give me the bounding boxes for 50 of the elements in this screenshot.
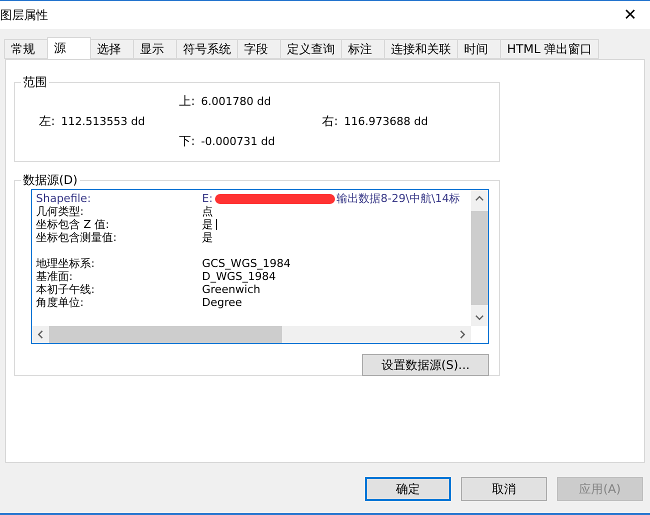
- tab[interactable]: 连接和关联: [384, 39, 458, 59]
- property-value: D_WGS_1984: [202, 270, 276, 283]
- tab[interactable]: 标注: [341, 39, 385, 59]
- tab[interactable]: 源: [47, 37, 91, 59]
- tab[interactable]: 字段: [237, 39, 281, 59]
- tab[interactable]: 选择: [90, 39, 134, 59]
- scroll-right-icon[interactable]: [458, 330, 467, 339]
- bottom-value: -0.000731 dd: [201, 134, 275, 148]
- tab[interactable]: 常规: [4, 39, 48, 59]
- property-label: 几何类型:: [36, 205, 85, 218]
- tab[interactable]: HTML 弹出窗口: [500, 39, 600, 59]
- group-title: 范围: [22, 74, 48, 91]
- property-value: E:: [202, 192, 213, 205]
- scroll-up-icon[interactable]: [475, 194, 484, 203]
- property-value: 是: [202, 218, 213, 231]
- bottom-label: 下:: [179, 132, 196, 150]
- close-button[interactable]: ✕: [610, 1, 650, 29]
- group-title: 数据源(D): [22, 172, 79, 189]
- property-value: Degree: [202, 296, 242, 309]
- tab[interactable]: 符号系统: [176, 39, 238, 59]
- tab[interactable]: 定义查询: [280, 39, 342, 59]
- property-value: 输出数据8-29\中航\14标: [336, 192, 460, 205]
- tab[interactable]: 时间: [457, 39, 501, 59]
- dialog-button[interactable]: 取消: [461, 477, 547, 501]
- top-value: 6.001780 dd: [201, 94, 271, 108]
- scroll-down-icon[interactable]: [475, 313, 484, 322]
- scroll-left-icon[interactable]: [36, 330, 45, 339]
- set-data-source-button[interactable]: 设置数据源(S)...: [362, 354, 489, 376]
- top-label: 上:: [179, 92, 196, 110]
- property-label: 角度单位:: [36, 296, 85, 309]
- property-label: 基准面:: [36, 270, 74, 283]
- property-label: 坐标包含 Z 值:: [36, 218, 110, 231]
- property-value: GCS_WGS_1984: [202, 257, 291, 270]
- right-value: 116.973688 dd: [344, 114, 428, 128]
- property-label: Shapefile:: [36, 192, 92, 205]
- left-value: 112.513553 dd: [61, 114, 145, 128]
- property-label: 地理坐标系:: [36, 257, 96, 270]
- properties-list[interactable]: Shapefile: E: 输出数据8-29\中航\14标 几何类型: 点 坐标包含 Z 值: 是 坐标包含测量值: 是 地理坐标系: GCS_WGS_1984 基准面: D_WGS_1984 本初子午线: Greenwich 角度单位: Degree: [31, 189, 489, 344]
- property-label: 本初子午线:: [36, 283, 96, 296]
- dialog-button[interactable]: 确定: [365, 477, 451, 501]
- property-label: 坐标包含测量值:: [36, 231, 118, 244]
- property-value: 是: [202, 231, 213, 244]
- scrollbar-thumb[interactable]: [49, 326, 282, 343]
- property-value: 点: [202, 205, 213, 218]
- left-label: 左:: [39, 112, 56, 130]
- right-label: 右:: [322, 112, 338, 130]
- tab[interactable]: 显示: [133, 39, 177, 59]
- scrollbar-thumb[interactable]: [471, 211, 488, 305]
- property-value: Greenwich: [202, 283, 260, 296]
- window-title: 图层属性: [0, 6, 48, 24]
